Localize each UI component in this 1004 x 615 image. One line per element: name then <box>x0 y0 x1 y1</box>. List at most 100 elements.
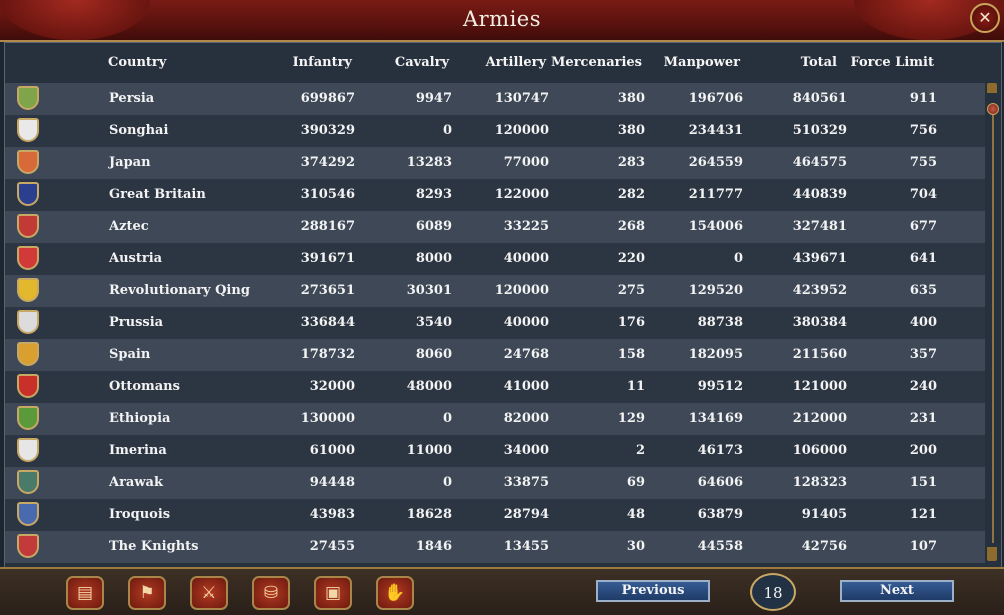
close-button[interactable]: ✕ <box>970 3 1000 33</box>
table-row[interactable]: Aztec 288167 6089 33225 268 154006 327481 677 <box>5 211 985 243</box>
header-infantry[interactable]: Infantry <box>293 55 352 70</box>
country-name[interactable]: Imerina <box>109 443 167 458</box>
mercenaries-cell: 283 <box>617 155 645 170</box>
trade-button[interactable]: ▣ <box>314 576 352 610</box>
country-name[interactable]: Revolutionary Qing <box>109 283 250 298</box>
table-row[interactable]: Persia 699867 9947 130747 380 196706 840561 911 <box>5 83 985 115</box>
country-name[interactable]: Songhai <box>109 123 168 138</box>
country-name[interactable]: Japan <box>109 155 151 170</box>
table-row[interactable]: Ethiopia 130000 0 82000 129 134169 212000 231 <box>5 403 985 435</box>
ledger-button[interactable]: ▤ <box>66 576 104 610</box>
scroll-track[interactable] <box>992 113 994 543</box>
table-row[interactable]: Imerina 61000 11000 34000 2 46173 106000 200 <box>5 435 985 467</box>
country-flag-icon[interactable] <box>17 86 39 110</box>
header-total[interactable]: Total <box>801 55 837 70</box>
country-name[interactable]: Aztec <box>109 219 149 234</box>
country-name[interactable]: Persia <box>109 91 154 106</box>
table-row[interactable]: The Knights 27455 1846 13455 30 44558 42756 107 <box>5 531 985 563</box>
mercenaries-cell: 268 <box>617 219 645 234</box>
infantry-cell: 273651 <box>300 283 355 298</box>
mercenaries-cell: 129 <box>617 411 645 426</box>
table-row[interactable]: Great Britain 310546 8293 122000 282 211777 44… <box>5 179 985 211</box>
header-cavalry[interactable]: Cavalry <box>395 55 449 70</box>
total-cell: 380384 <box>792 315 847 330</box>
handshake-icon: ✋ <box>384 583 406 603</box>
table-row[interactable]: Iroquois 43983 18628 28794 48 63879 91405 121 <box>5 499 985 531</box>
country-name[interactable]: Austria <box>109 251 162 266</box>
total-cell: 327481 <box>792 219 847 234</box>
header-force-limit[interactable]: Force Limit <box>850 55 934 70</box>
scroll-down-cap[interactable] <box>987 547 997 561</box>
country-flag-icon[interactable] <box>17 150 39 174</box>
manpower-cell: 264559 <box>688 155 743 170</box>
force-limit-cell: 121 <box>909 507 937 522</box>
manpower-cell: 0 <box>733 251 743 266</box>
header-artillery[interactable]: Artillery <box>486 55 546 70</box>
artillery-cell: 77000 <box>503 155 549 170</box>
scroll-up-cap[interactable] <box>987 83 997 93</box>
country-flag-icon[interactable] <box>17 118 39 142</box>
next-button[interactable]: Next <box>840 580 954 602</box>
total-cell: 211560 <box>792 347 847 362</box>
artillery-cell: 34000 <box>503 443 549 458</box>
infantry-cell: 43983 <box>309 507 355 522</box>
country-flag-icon[interactable] <box>17 502 39 526</box>
table-row[interactable]: Songhai 390329 0 120000 380 234431 510329 756 <box>5 115 985 147</box>
country-flag-icon[interactable] <box>17 246 39 270</box>
total-cell: 510329 <box>792 123 847 138</box>
previous-button[interactable]: Previous <box>596 580 710 602</box>
country-name[interactable]: The Knights <box>109 539 198 554</box>
artillery-cell: 28794 <box>503 507 549 522</box>
economy-button[interactable]: ⛁ <box>252 576 290 610</box>
table-body: Persia 699867 9947 130747 380 196706 840561 911… <box>5 83 985 563</box>
crate-icon: ▣ <box>324 583 342 603</box>
infantry-cell: 336844 <box>300 315 355 330</box>
flags-button[interactable]: ⚑ <box>128 576 166 610</box>
country-name[interactable]: Prussia <box>109 315 163 330</box>
diplomacy-button[interactable]: ✋ <box>376 576 414 610</box>
country-name[interactable]: Great Britain <box>109 187 206 202</box>
table-row[interactable]: Prussia 336844 3540 40000 176 88738 380384 400 <box>5 307 985 339</box>
country-flag-icon[interactable] <box>17 278 39 302</box>
total-cell: 128323 <box>792 475 847 490</box>
country-name[interactable]: Ottomans <box>109 379 180 394</box>
country-name[interactable]: Arawak <box>109 475 163 490</box>
country-flag-icon[interactable] <box>17 214 39 238</box>
table-row[interactable]: Arawak 94448 0 33875 69 64606 128323 151 <box>5 467 985 499</box>
scrollbar[interactable] <box>987 83 999 563</box>
country-flag-icon[interactable] <box>17 406 39 430</box>
table-row[interactable]: Revolutionary Qing 273651 30301 120000 275 12… <box>5 275 985 307</box>
flag-icon: ⚑ <box>139 583 155 603</box>
table-row[interactable]: Spain 178732 8060 24768 158 182095 211560 357 <box>5 339 985 371</box>
mercenaries-cell: 275 <box>617 283 645 298</box>
artillery-cell: 130747 <box>494 91 549 106</box>
scroll-icon: ▤ <box>76 583 94 603</box>
header-mercenaries[interactable]: Mercenaries <box>551 55 642 70</box>
header-manpower[interactable]: Manpower <box>664 55 740 70</box>
country-name[interactable]: Iroquois <box>109 507 170 522</box>
cavalry-cell: 48000 <box>406 379 452 394</box>
artillery-cell: 82000 <box>503 411 549 426</box>
cavalry-cell: 0 <box>442 475 452 490</box>
total-cell: 440839 <box>792 187 847 202</box>
table-row[interactable]: Austria 391671 8000 40000 220 0 439671 641 <box>5 243 985 275</box>
table-row[interactable]: Japan 374292 13283 77000 283 264559 464575 755 <box>5 147 985 179</box>
country-flag-icon[interactable] <box>17 310 39 334</box>
country-name[interactable]: Spain <box>109 347 150 362</box>
scroll-thumb[interactable] <box>987 103 999 115</box>
country-flag-icon[interactable] <box>17 438 39 462</box>
country-flag-icon[interactable] <box>17 342 39 366</box>
country-flag-icon[interactable] <box>17 374 39 398</box>
header-country[interactable]: Country <box>108 55 166 70</box>
country-flag-icon[interactable] <box>17 534 39 558</box>
total-cell: 42756 <box>801 539 847 554</box>
country-flag-icon[interactable] <box>17 470 39 494</box>
infantry-cell: 288167 <box>300 219 355 234</box>
infantry-cell: 390329 <box>300 123 355 138</box>
armies-button[interactable]: ⚔ <box>190 576 228 610</box>
country-flag-icon[interactable] <box>17 182 39 206</box>
armies-table-panel: Country Infantry Cavalry Artillery Merce… <box>4 42 1002 569</box>
table-row[interactable]: Ottomans 32000 48000 41000 11 99512 121000 240 <box>5 371 985 403</box>
country-name[interactable]: Ethiopia <box>109 411 170 426</box>
mercenaries-cell: 176 <box>617 315 645 330</box>
